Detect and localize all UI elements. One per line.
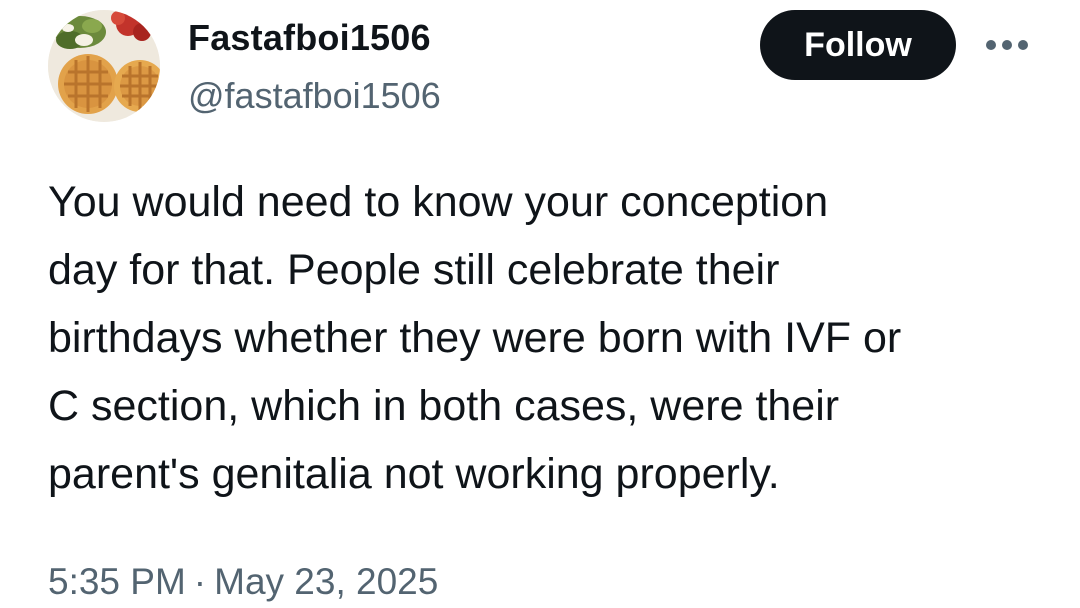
user-handle[interactable]: @fastafboi1506 xyxy=(188,72,441,120)
tweet-text: You would need to know your conception d… xyxy=(48,168,1058,508)
timestamp[interactable]: 5:35 PM · May 23, 2025 xyxy=(48,556,438,608)
tweet-date: May 23, 2025 xyxy=(214,561,439,602)
tweet-text-line: C section, which in both cases, were the… xyxy=(48,382,840,430)
tweet-text-line: birthdays whether they were born with IV… xyxy=(48,314,902,362)
avatar[interactable] xyxy=(48,10,160,122)
tweet-text-line: day for that. People still celebrate the… xyxy=(48,246,780,294)
tweet-time: 5:35 PM xyxy=(48,561,186,602)
display-name[interactable]: Fastafboi1506 xyxy=(188,14,431,62)
timestamp-separator: · xyxy=(193,561,207,602)
follow-button[interactable]: Follow xyxy=(760,10,956,80)
more-horizontal-icon[interactable] xyxy=(982,28,1032,62)
waffles-plate-avatar-icon xyxy=(48,10,160,122)
tweet-text-line: parent's genitalia not working properly. xyxy=(48,450,780,498)
tweet-text-line: You would need to know your conception xyxy=(48,178,829,226)
